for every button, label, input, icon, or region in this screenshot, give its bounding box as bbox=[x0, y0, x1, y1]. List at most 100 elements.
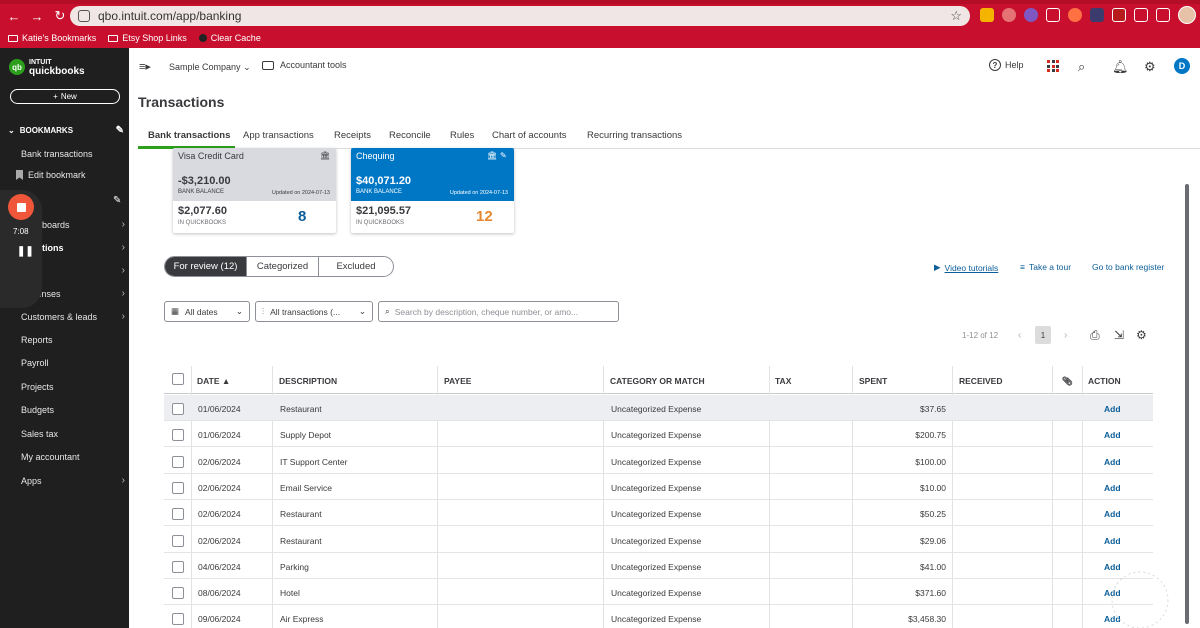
date-filter-dropdown[interactable]: ▦All dates⌄ bbox=[164, 301, 250, 322]
search-icon[interactable]: ⌕ bbox=[1078, 59, 1085, 75]
url-text[interactable]: qbo.intuit.com/app/banking bbox=[98, 9, 241, 23]
address-bar[interactable]: qbo.intuit.com/app/banking ☆ bbox=[70, 6, 970, 26]
extension-icon[interactable] bbox=[1002, 8, 1016, 22]
sidebar-item-projects[interactable]: Projects bbox=[21, 382, 125, 392]
tab-bank-transactions[interactable]: Bank transactions bbox=[148, 130, 230, 141]
new-button[interactable]: +New bbox=[10, 89, 120, 104]
cell-category[interactable]: Uncategorized Expense bbox=[611, 483, 701, 493]
sidebar-item-reports[interactable]: Reports bbox=[21, 335, 125, 345]
table-row[interactable]: 08/06/2024HotelUncategorized Expense$371… bbox=[164, 579, 1153, 605]
page-number-button[interactable]: 1 bbox=[1035, 326, 1051, 344]
gear-icon[interactable]: ⚙ bbox=[1144, 59, 1156, 75]
bookmark-link[interactable]: Clear Cache bbox=[199, 33, 261, 43]
pause-icon[interactable]: ❚❚ bbox=[17, 246, 34, 257]
row-checkbox[interactable] bbox=[172, 456, 184, 468]
table-row[interactable]: 02/06/2024IT Support CenterUncategorized… bbox=[164, 448, 1153, 474]
account-card-visa[interactable]: Visa Credit Card 🏛︎ -$3,210.00 BANK BALA… bbox=[173, 148, 336, 233]
extension-icon[interactable] bbox=[1024, 8, 1038, 22]
sidebar-item-budgets[interactable]: Budgets bbox=[21, 405, 125, 415]
back-icon[interactable]: ← bbox=[5, 7, 23, 25]
browser-profile-avatar[interactable] bbox=[1178, 6, 1196, 24]
export-icon[interactable]: ⇲ bbox=[1114, 328, 1124, 342]
table-row[interactable]: 01/06/2024RestaurantUncategorized Expens… bbox=[164, 395, 1153, 421]
sidebar-item-my-accountant[interactable]: My accountant bbox=[21, 452, 125, 462]
edit-pencil-icon[interactable]: ✎ bbox=[500, 151, 507, 160]
edit-pencil-icon[interactable]: ✎ bbox=[116, 125, 124, 136]
cell-category[interactable]: Uncategorized Expense bbox=[611, 404, 701, 414]
header-received[interactable]: RECEIVED bbox=[959, 376, 1002, 386]
reload-icon[interactable]: ↻ bbox=[51, 7, 69, 25]
header-date[interactable]: DATE ▲ bbox=[197, 376, 230, 386]
edit-bookmark-item[interactable]: Edit bookmark bbox=[16, 170, 86, 180]
header-tax[interactable]: TAX bbox=[775, 376, 791, 386]
notification-bell-icon[interactable]: 🔔︎ bbox=[1112, 59, 1129, 75]
segment-categorized[interactable]: Categorized bbox=[247, 257, 319, 276]
extensions-puzzle-icon[interactable] bbox=[1134, 8, 1148, 22]
forward-icon[interactable]: → bbox=[28, 7, 46, 25]
row-checkbox[interactable] bbox=[172, 587, 184, 599]
add-action-link[interactable]: Add bbox=[1104, 430, 1121, 440]
cell-category[interactable]: Uncategorized Expense bbox=[611, 457, 701, 467]
add-action-link[interactable]: Add bbox=[1104, 404, 1121, 414]
bookmark-folder[interactable]: Katie's Bookmarks bbox=[8, 33, 96, 43]
row-checkbox[interactable] bbox=[172, 482, 184, 494]
cell-category[interactable]: Uncategorized Expense bbox=[611, 509, 701, 519]
bookmark-star-icon[interactable]: ☆ bbox=[950, 8, 962, 24]
header-payee[interactable]: PAYEE bbox=[444, 376, 471, 386]
stop-recording-button[interactable] bbox=[8, 194, 34, 220]
tab-chart-of-accounts[interactable]: Chart of accounts bbox=[492, 130, 566, 141]
print-icon[interactable]: ⎙ bbox=[1090, 328, 1100, 343]
menu-toggle-icon[interactable]: ≡▸ bbox=[139, 60, 151, 73]
page-scrollbar[interactable] bbox=[1185, 184, 1189, 624]
bank-register-link[interactable]: Go to bank register bbox=[1092, 262, 1164, 272]
add-action-link[interactable]: Add bbox=[1104, 483, 1121, 493]
sidebar-item-customers[interactable]: Customers & leads› bbox=[21, 311, 125, 322]
quickbooks-logo[interactable]: qb INTUIT quickbooks bbox=[9, 58, 85, 76]
segment-for-review[interactable]: For review (12) bbox=[165, 257, 247, 276]
row-checkbox[interactable] bbox=[172, 613, 184, 625]
select-all-checkbox[interactable] bbox=[172, 373, 184, 385]
header-spent[interactable]: SPENT bbox=[859, 376, 887, 386]
row-checkbox[interactable] bbox=[172, 429, 184, 441]
table-row[interactable]: 02/06/2024Email ServiceUncategorized Exp… bbox=[164, 474, 1153, 500]
add-action-link[interactable]: Add bbox=[1104, 509, 1121, 519]
video-tutorials-link[interactable]: ▶Video tutorials bbox=[934, 262, 998, 273]
site-info-icon[interactable] bbox=[78, 10, 90, 22]
add-action-link[interactable]: Add bbox=[1104, 536, 1121, 546]
table-row[interactable]: 01/06/2024Supply DepotUncategorized Expe… bbox=[164, 421, 1153, 447]
apps-grid-icon[interactable] bbox=[1047, 60, 1059, 72]
row-checkbox[interactable] bbox=[172, 508, 184, 520]
edit-pencil-icon[interactable]: ✎ bbox=[113, 195, 121, 206]
tab-app-transactions[interactable]: App transactions bbox=[243, 130, 314, 141]
company-switcher[interactable]: Sample Company ⌄ bbox=[169, 62, 251, 73]
sidebar-item-sales-tax[interactable]: Sales tax bbox=[21, 429, 125, 439]
bookmarks-header[interactable]: ⌄ BOOKMARKS ✎ bbox=[8, 125, 124, 136]
row-checkbox[interactable] bbox=[172, 535, 184, 547]
gear-icon[interactable]: ⚙ bbox=[1136, 328, 1147, 342]
help-button[interactable]: ?Help bbox=[989, 59, 1024, 71]
cell-category[interactable]: Uncategorized Expense bbox=[611, 536, 701, 546]
user-avatar[interactable]: D bbox=[1174, 58, 1190, 74]
header-category[interactable]: CATEGORY OR MATCH bbox=[610, 376, 705, 386]
bookmark-folder[interactable]: Etsy Shop Links bbox=[108, 33, 187, 43]
row-checkbox[interactable] bbox=[172, 403, 184, 415]
extension-icon[interactable] bbox=[1068, 8, 1082, 22]
cell-category[interactable]: Uncategorized Expense bbox=[611, 562, 701, 572]
cell-category[interactable]: Uncategorized Expense bbox=[611, 588, 701, 598]
account-card-chequing[interactable]: Chequing 🏛︎ ✎ $40,071.20 BANK BALANCE Up… bbox=[351, 148, 514, 233]
cell-category[interactable]: Uncategorized Expense bbox=[611, 430, 701, 440]
segment-excluded[interactable]: Excluded bbox=[319, 257, 393, 276]
sidebar-item-apps[interactable]: Apps› bbox=[21, 475, 125, 486]
row-checkbox[interactable] bbox=[172, 561, 184, 573]
table-row[interactable]: 02/06/2024RestaurantUncategorized Expens… bbox=[164, 527, 1153, 553]
sidebar-item-bank-transactions[interactable]: Bank transactions bbox=[21, 149, 125, 159]
sidepanel-icon[interactable] bbox=[1156, 8, 1170, 22]
tab-recurring-transactions[interactable]: Recurring transactions bbox=[587, 130, 682, 141]
tab-reconcile[interactable]: Reconcile bbox=[389, 130, 431, 141]
prev-page-icon[interactable]: ‹ bbox=[1018, 330, 1021, 341]
tab-receipts[interactable]: Receipts bbox=[334, 130, 371, 141]
sidebar-item-payroll[interactable]: Payroll bbox=[21, 358, 125, 368]
take-tour-link[interactable]: ≡Take a tour bbox=[1020, 262, 1071, 272]
header-description[interactable]: DESCRIPTION bbox=[279, 376, 337, 386]
extension-icon[interactable] bbox=[1090, 8, 1104, 22]
